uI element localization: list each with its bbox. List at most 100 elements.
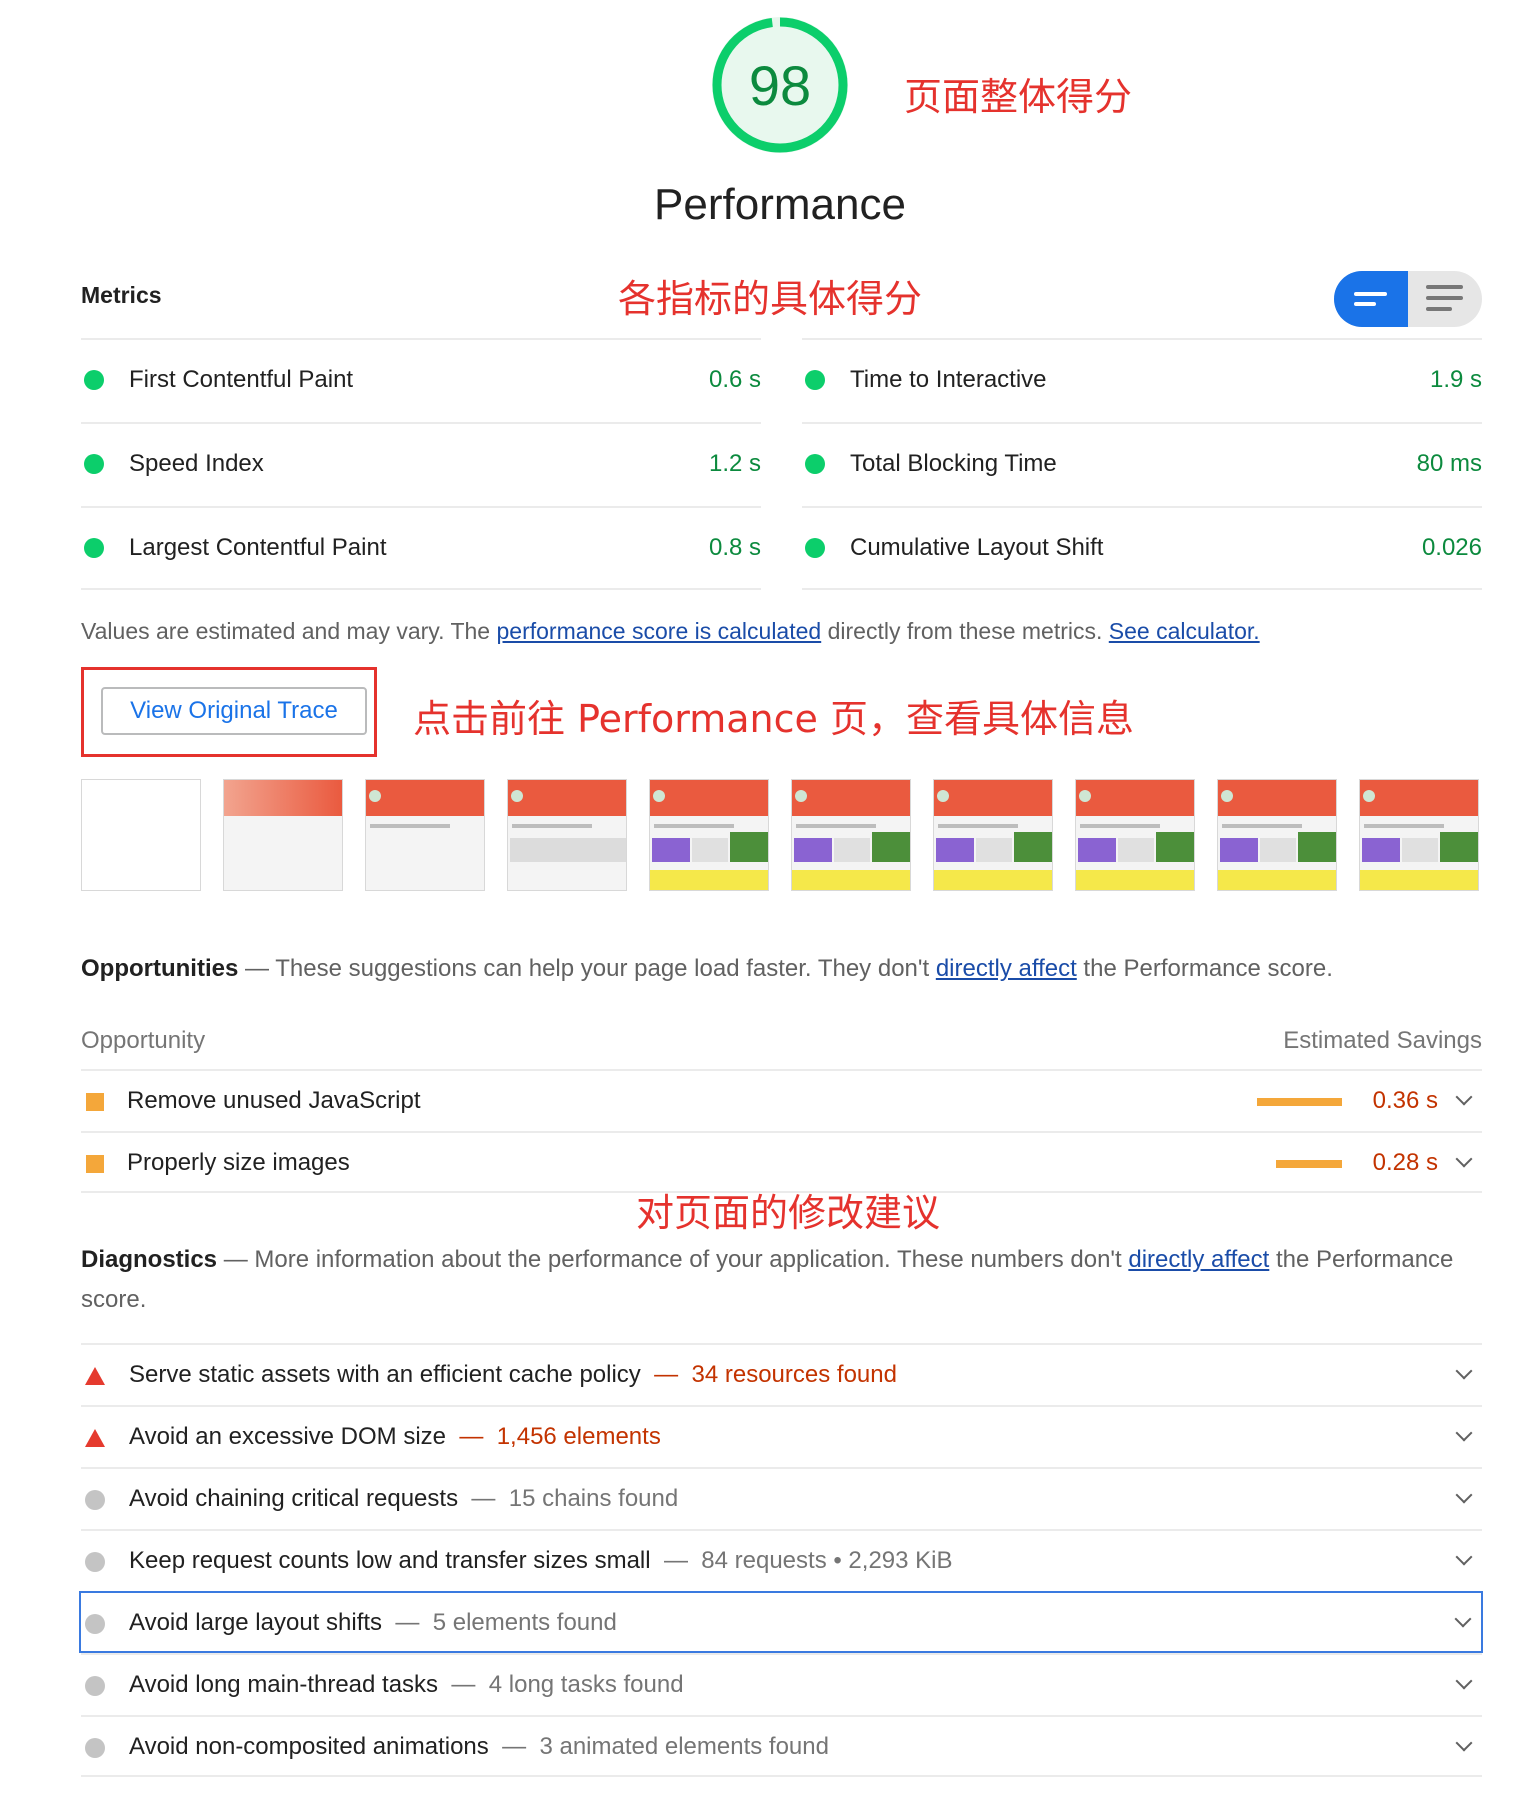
opportunities-desc-prefix: These suggestions can help your page loa… bbox=[275, 955, 936, 982]
diagnostic-text: Avoid non-composited animations — 3 anim… bbox=[129, 1733, 829, 1761]
metric-row: Total Blocking Time 80 ms bbox=[802, 422, 1482, 506]
chevron-down-icon[interactable] bbox=[1455, 1548, 1473, 1566]
opportunity-label: Properly size images bbox=[127, 1149, 350, 1176]
diagnostic-row[interactable]: Serve static assets with an efficient ca… bbox=[81, 1343, 1482, 1405]
diagnostic-text: Avoid large layout shifts — 5 elements f… bbox=[129, 1609, 617, 1637]
diagnostic-dash: — bbox=[654, 1361, 679, 1388]
metric-row: Largest Contentful Paint 0.8 s bbox=[81, 506, 761, 590]
header-dash: — bbox=[238, 955, 276, 982]
metric-value: 0.026 bbox=[1421, 534, 1482, 561]
metric-label: Cumulative Layout Shift bbox=[850, 534, 1104, 561]
diagnostic-detail: 4 long tasks found bbox=[488, 1671, 684, 1698]
metrics-title: Metrics bbox=[81, 282, 162, 308]
diagnostic-label: Avoid non-composited animations bbox=[129, 1733, 489, 1760]
savings-value: 0.36 s bbox=[1372, 1087, 1438, 1114]
diagnostic-dash: — bbox=[451, 1671, 476, 1698]
pass-dot-icon bbox=[805, 454, 825, 474]
filmstrip-frame bbox=[649, 779, 769, 891]
see-calculator-link[interactable]: See calculator. bbox=[1109, 618, 1260, 644]
average-square-icon bbox=[86, 1093, 104, 1111]
metric-value: 0.6 s bbox=[708, 366, 761, 393]
chevron-down-icon[interactable] bbox=[1455, 1088, 1473, 1106]
diagnostic-dash: — bbox=[395, 1609, 420, 1636]
opportunities-title: Opportunities bbox=[81, 955, 239, 982]
view-original-trace-button[interactable]: View Original Trace bbox=[101, 687, 367, 735]
info-circle-icon bbox=[85, 1490, 105, 1510]
filmstrip-frame bbox=[933, 779, 1053, 891]
diagnostic-label: Avoid an excessive DOM size bbox=[129, 1423, 447, 1450]
pass-dot-icon bbox=[84, 538, 104, 558]
metric-label: First Contentful Paint bbox=[129, 366, 354, 393]
metric-value: 0.8 s bbox=[708, 534, 761, 561]
chevron-down-icon[interactable] bbox=[1455, 1150, 1473, 1168]
diagnostic-dash: — bbox=[459, 1423, 484, 1450]
chevron-down-icon[interactable] bbox=[1455, 1486, 1473, 1504]
metrics-note: Values are estimated and may vary. The p… bbox=[81, 618, 1260, 645]
pass-dot-icon bbox=[805, 370, 825, 390]
directly-affect-link[interactable]: directly affect bbox=[1128, 1246, 1269, 1273]
diagnostic-row[interactable]: Avoid an excessive DOM size — 1,456 elem… bbox=[81, 1405, 1482, 1467]
metrics-view-toggle[interactable] bbox=[1334, 271, 1482, 327]
average-square-icon bbox=[86, 1155, 104, 1173]
pass-dot-icon bbox=[84, 454, 104, 474]
diagnostic-text: Avoid long main-thread tasks — 4 long ta… bbox=[129, 1671, 684, 1699]
filmstrip-frame bbox=[791, 779, 911, 891]
diagnostic-detail: 15 chains found bbox=[508, 1485, 679, 1512]
opportunity-column-header: Opportunity bbox=[81, 1027, 206, 1054]
filmstrip-frame bbox=[223, 779, 343, 891]
savings-bar bbox=[1276, 1160, 1342, 1168]
diagnostic-text: Serve static assets with an efficient ca… bbox=[129, 1361, 897, 1389]
metric-row: Cumulative Layout Shift 0.026 bbox=[802, 506, 1482, 590]
filmstrip-frame bbox=[365, 779, 485, 891]
note-middle: directly from these metrics. bbox=[821, 618, 1103, 644]
diagnostic-detail: 84 requests • 2,293 KiB bbox=[701, 1547, 953, 1574]
info-circle-icon bbox=[85, 1676, 105, 1696]
annotation-trace: 点击前往 Performance 页，查看具体信息 bbox=[413, 697, 1134, 741]
diagnostic-row[interactable]: Avoid chaining critical requests — 15 ch… bbox=[81, 1467, 1482, 1529]
performance-score: 98 bbox=[748, 53, 812, 117]
chevron-down-icon[interactable] bbox=[1455, 1672, 1473, 1690]
metric-label: Time to Interactive bbox=[850, 366, 1047, 393]
metric-label: Largest Contentful Paint bbox=[129, 534, 387, 561]
metric-row: First Contentful Paint 0.6 s bbox=[81, 338, 761, 422]
diagnostic-detail: 1,456 elements bbox=[496, 1423, 661, 1450]
diagnostic-row[interactable]: Avoid non-composited animations — 3 anim… bbox=[81, 1715, 1482, 1777]
opportunity-label: Remove unused JavaScript bbox=[127, 1087, 421, 1114]
diagnostic-text: Avoid an excessive DOM size — 1,456 elem… bbox=[129, 1423, 661, 1451]
directly-affect-link[interactable]: directly affect bbox=[936, 955, 1077, 982]
detailed-view-button[interactable] bbox=[1408, 271, 1482, 327]
info-circle-icon bbox=[85, 1552, 105, 1572]
diagnostic-text: Keep request counts low and transfer siz… bbox=[129, 1547, 953, 1575]
opportunities-desc-suffix: the Performance score. bbox=[1076, 955, 1333, 982]
chevron-down-icon[interactable] bbox=[1455, 1424, 1473, 1442]
diagnostic-label: Avoid long main-thread tasks bbox=[129, 1671, 439, 1698]
chevron-down-icon[interactable] bbox=[1455, 1362, 1473, 1380]
opportunity-row[interactable]: Remove unused JavaScript 0.36 s bbox=[81, 1069, 1482, 1131]
diagnostic-row[interactable]: Keep request counts low and transfer siz… bbox=[81, 1529, 1482, 1591]
diagnostic-label: Keep request counts low and transfer siz… bbox=[129, 1547, 651, 1574]
chevron-down-icon[interactable] bbox=[1455, 1734, 1473, 1752]
savings-column-header: Estimated Savings bbox=[1283, 1027, 1482, 1054]
metric-label: Speed Index bbox=[129, 450, 264, 477]
savings-bar bbox=[1257, 1098, 1342, 1106]
header-dash: — bbox=[217, 1246, 255, 1273]
metric-value: 1.2 s bbox=[708, 450, 761, 477]
annotation-overall-score: 页面整体得分 bbox=[904, 75, 1133, 119]
info-circle-icon bbox=[85, 1738, 105, 1758]
fail-triangle-icon bbox=[85, 1367, 105, 1385]
category-title: Performance bbox=[654, 180, 906, 229]
annotation-suggestions: 对页面的修改建议 bbox=[636, 1191, 941, 1235]
summary-view-button[interactable] bbox=[1334, 271, 1408, 327]
pass-dot-icon bbox=[805, 538, 825, 558]
chevron-down-icon[interactable] bbox=[1454, 1610, 1472, 1628]
score-calculated-link[interactable]: performance score is calculated bbox=[496, 618, 821, 644]
filmstrip-frame bbox=[1217, 779, 1337, 891]
diagnostic-row[interactable]: Avoid large layout shifts — 5 elements f… bbox=[79, 1591, 1483, 1653]
diagnostic-label: Avoid chaining critical requests bbox=[129, 1485, 459, 1512]
diagnostic-detail: 5 elements found bbox=[432, 1609, 617, 1636]
annotation-metrics: 各指标的具体得分 bbox=[618, 277, 923, 321]
diagnostic-row[interactable]: Avoid long main-thread tasks — 4 long ta… bbox=[81, 1653, 1482, 1715]
diagnostic-dash: — bbox=[502, 1733, 527, 1760]
fail-triangle-icon bbox=[85, 1429, 105, 1447]
diagnostic-dash: — bbox=[663, 1547, 688, 1574]
